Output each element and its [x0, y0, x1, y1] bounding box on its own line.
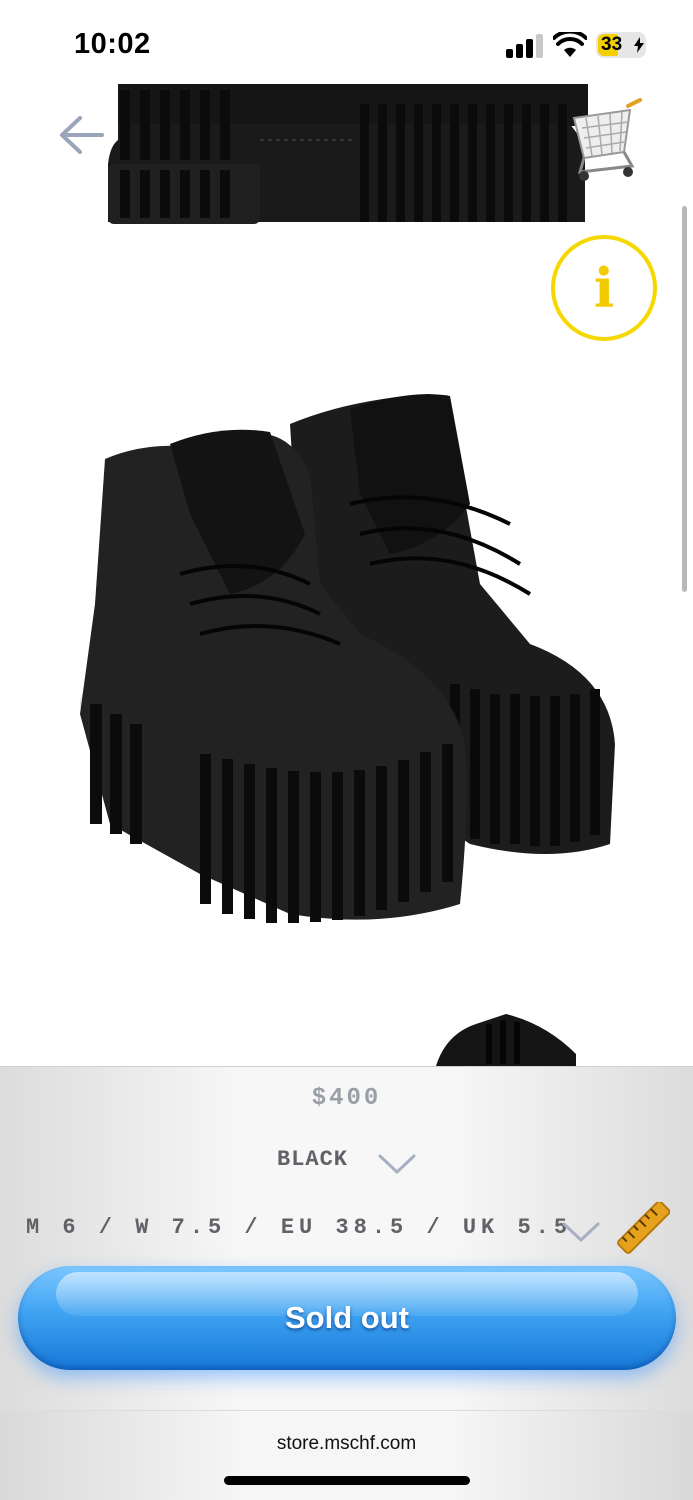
size-selected-value: M 6 / W 7.5 / EU 38.5 / UK 5.5: [26, 1215, 573, 1240]
scroll-indicator[interactable]: [682, 206, 687, 592]
size-guide-button[interactable]: [616, 1200, 671, 1254]
color-selected-value: BLACK: [277, 1147, 349, 1172]
shopping-cart-icon: [572, 98, 642, 181]
cellular-signal-icon: [506, 34, 544, 58]
wifi-icon: [553, 32, 587, 57]
home-indicator[interactable]: [224, 1476, 470, 1485]
battery-icon: 33: [596, 32, 646, 58]
boot-side-view-image: [108, 84, 588, 224]
sold-out-button[interactable]: Sold out: [18, 1266, 676, 1370]
ruler-icon: [617, 1200, 671, 1254]
arrow-left-icon: [60, 116, 104, 154]
back-button[interactable]: [56, 112, 106, 158]
browser-url-bar[interactable]: store.mschf.com: [0, 1410, 693, 1500]
charging-bolt-icon: [634, 37, 644, 53]
cart-button[interactable]: [566, 96, 650, 186]
product-gallery[interactable]: [0, 84, 693, 1066]
info-icon: i: [593, 256, 615, 320]
product-price: $400: [311, 1085, 382, 1112]
boot-partial-image: [436, 1014, 576, 1066]
boot-pair-image: [80, 394, 615, 923]
color-dropdown[interactable]: BLACK: [260, 1143, 430, 1183]
info-button[interactable]: i: [551, 235, 657, 341]
status-time: 10:02: [74, 28, 151, 60]
battery-level: 33: [601, 34, 623, 55]
status-bar: 10:02 33: [0, 0, 693, 84]
size-dropdown[interactable]: M 6 / W 7.5 / EU 38.5 / UK 5.5: [20, 1211, 610, 1251]
url-text: store.mschf.com: [276, 1433, 417, 1454]
sold-out-label: Sold out: [285, 1300, 409, 1335]
chevron-down-icon: [562, 1222, 600, 1242]
chevron-down-icon: [378, 1154, 416, 1174]
